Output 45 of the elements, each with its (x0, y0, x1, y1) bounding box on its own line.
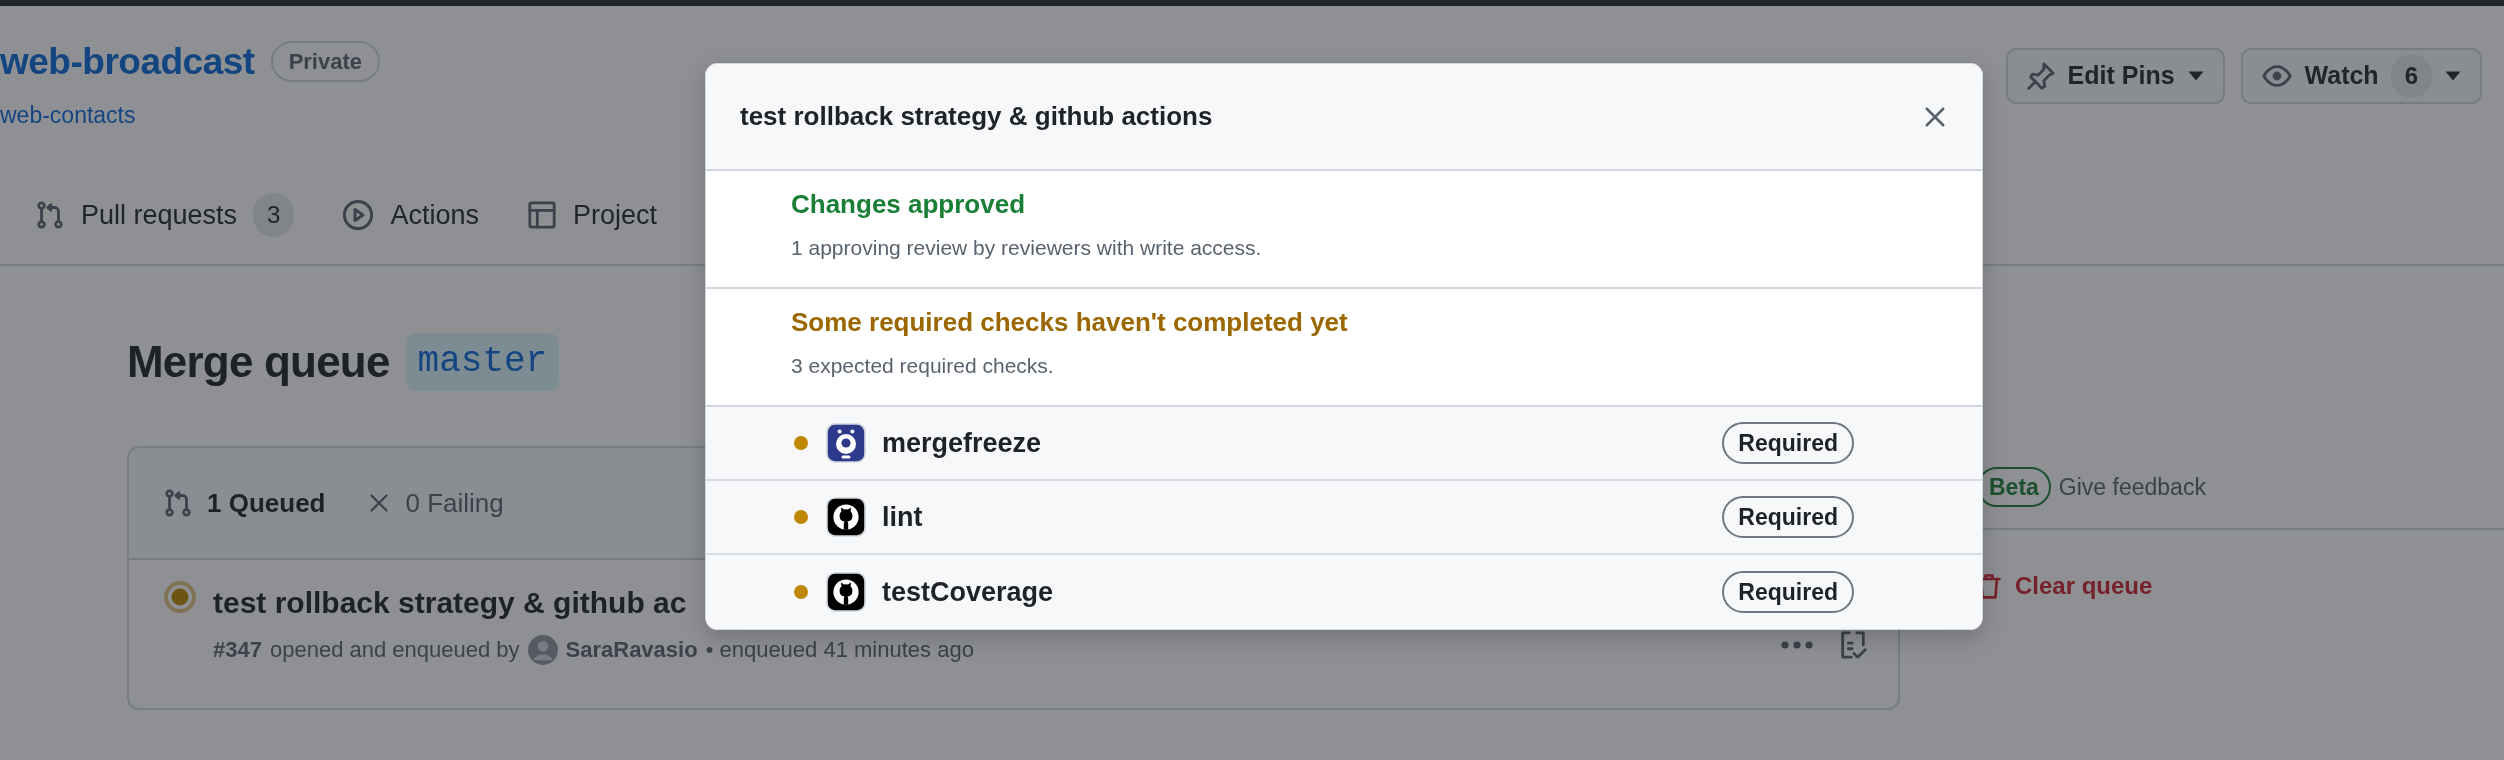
pull-request-icon (35, 200, 65, 230)
avatar-icon (527, 634, 558, 665)
meta-text: opened and enqueued by (269, 636, 520, 664)
caret-icon (2444, 70, 2462, 82)
dialog-title: test rollback strategy & github actions (740, 100, 1213, 133)
queue-tab[interactable]: 1 Queued (163, 483, 326, 523)
required-label: Required (1722, 570, 1854, 614)
pull-request-icon (163, 488, 193, 518)
repo-name-link[interactable]: web-broadcast (0, 34, 255, 90)
count-badge: 3 (253, 193, 295, 237)
watch-count: 6 (2390, 54, 2432, 98)
required-label: Required (1722, 421, 1854, 465)
pull-request-number-link[interactable]: #347 (213, 633, 262, 666)
parent-repo-link[interactable]: web-contacts (0, 97, 380, 132)
visibility-label: Private (270, 41, 380, 83)
check-name: lint (882, 500, 924, 534)
cat-logo-icon (826, 572, 866, 612)
feedback-link[interactable]: Give feedback (2058, 469, 2206, 505)
branch-label: master (405, 333, 560, 391)
author-link[interactable]: SaraRavasio (565, 633, 698, 666)
required-label: Required (1722, 495, 1854, 539)
enqueued-time: • enqueued 41 minutes ago (705, 636, 974, 664)
caret-icon (2186, 70, 2205, 82)
watch-button[interactable]: Watch 6 (2240, 48, 2482, 104)
page-title: Merge queue (127, 335, 390, 388)
pin-icon (2025, 61, 2056, 91)
check-name: testCoverage (882, 575, 1055, 609)
queue-tab[interactable]: 0 Failing (367, 483, 504, 523)
robot-icon (826, 423, 866, 463)
close-icon (1924, 106, 1946, 129)
cat-logo-icon (826, 497, 866, 537)
status-heading: Changes approved (791, 188, 1027, 221)
status-description: 3 expected required checks. (791, 353, 1055, 379)
nav-tab[interactable]: Actions (342, 194, 479, 236)
edit-pins-button[interactable]: Edit Pins (2005, 48, 2225, 104)
more-options-icon[interactable] (1780, 640, 1814, 650)
play-icon (342, 199, 375, 231)
table-icon (527, 200, 557, 230)
nav-tab[interactable]: Project (527, 194, 658, 236)
status-heading: Some required checks haven't completed yet (791, 306, 1349, 339)
check-name: mergefreeze (882, 426, 1043, 460)
status-description: 1 approving review by reviewers with write access. (791, 235, 1263, 261)
clear-queue-button[interactable]: Clear queue (1975, 568, 2504, 604)
nav-tab[interactable]: Pull requests 3 (35, 193, 295, 237)
checklist-icon[interactable] (1838, 630, 1868, 660)
